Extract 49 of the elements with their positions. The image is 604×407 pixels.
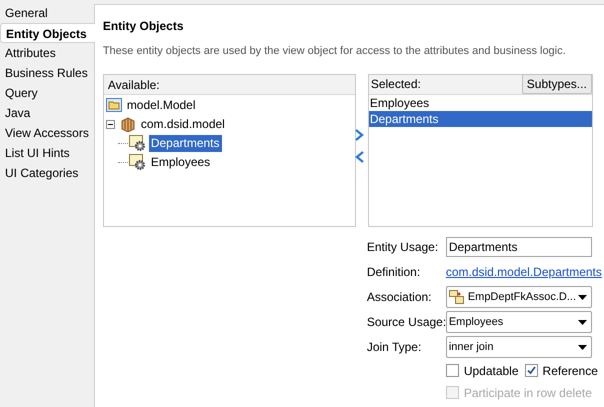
nav-item[interactable]: List UI Hints — [0, 143, 94, 163]
field-label: Entity Usage: — [366, 239, 440, 256]
checkbox[interactable] — [446, 364, 459, 377]
list-header: Selected: — [370, 76, 421, 93]
move-left-icon[interactable] — [355, 150, 364, 162]
list-item[interactable]: Departments — [368, 110, 592, 126]
nav-item[interactable]: Business Rules — [0, 63, 94, 83]
field-label: Source Usage: — [366, 314, 446, 331]
description: These entity objects are used by the view object for access to the attributes and business logic. — [102, 44, 567, 59]
section-title: Entity Objects — [102, 18, 184, 35]
nav-item[interactable]: Query — [0, 83, 94, 103]
nav-item[interactable]: General — [0, 3, 94, 23]
list-header: Available: — [104, 74, 355, 94]
checkbox-label: Updatable — [464, 362, 519, 380]
dropdown-arrow-icon — [578, 294, 587, 300]
nav-item[interactable]: Java — [0, 103, 94, 123]
move-right-icon[interactable] — [355, 128, 364, 140]
dropdown-value: EmpDeptFkAssoc.D... — [468, 290, 575, 305]
folder-icon — [106, 98, 122, 112]
dropdown-value: inner join — [448, 340, 494, 355]
entity-gear-icon — [128, 135, 146, 151]
tree-item[interactable]: Departments — [148, 134, 222, 152]
dropdown[interactable]: Employees — [446, 311, 592, 333]
tree-item[interactable]: Employees — [148, 154, 212, 170]
collapse-toggle-icon[interactable] — [106, 120, 115, 128]
tree-item[interactable]: model.Model — [124, 96, 198, 114]
checkbox-label: Reference — [542, 362, 598, 380]
nav-item[interactable]: Attributes — [0, 43, 94, 63]
checkbox-label: Participate in row delete — [464, 384, 592, 402]
field-label: Join Type: — [366, 339, 422, 356]
dropdown[interactable]: EmpDeptFkAssoc.D... — [446, 286, 592, 308]
dropdown-arrow-icon — [578, 320, 587, 324]
checkbox[interactable] — [524, 364, 538, 377]
entity-gear-icon — [128, 154, 146, 170]
tree-item[interactable]: com.dsid.model — [138, 116, 227, 132]
subtypes-button[interactable]: Subtypes... — [522, 74, 592, 94]
package-icon — [120, 116, 136, 132]
list-item[interactable]: Employees — [368, 94, 592, 110]
checkmark-icon — [526, 366, 536, 375]
dropdown-value: Employees — [448, 314, 504, 330]
field-label: Definition: — [366, 264, 422, 281]
nav-item[interactable]: View Accessors — [0, 123, 94, 143]
nav-item[interactable]: UI Categories — [0, 163, 94, 183]
dropdown[interactable]: inner join — [446, 336, 592, 358]
dropdown-arrow-icon — [578, 344, 587, 350]
definition-link[interactable]: com.dsid.model.Departments — [446, 263, 602, 281]
field-label: Association: — [366, 289, 433, 306]
entity-usage-field[interactable]: Departments — [446, 237, 592, 257]
nav-item[interactable]: Entity Objects — [0, 23, 95, 43]
